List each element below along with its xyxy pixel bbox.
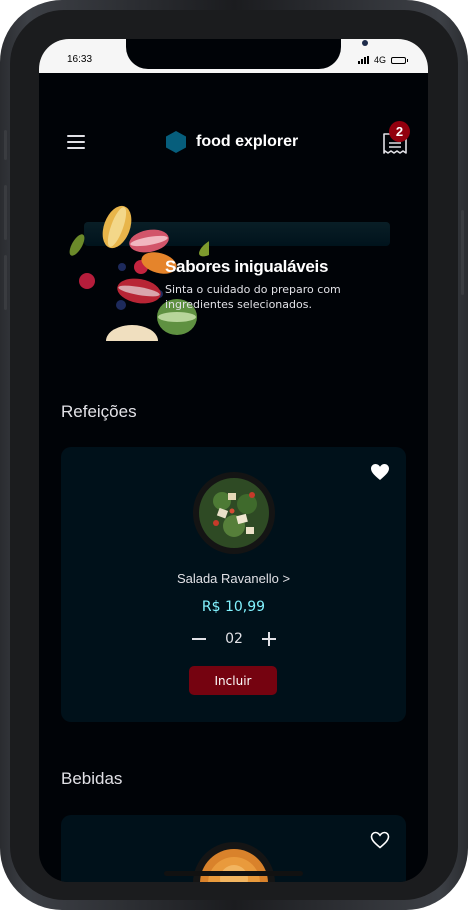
phone-frame: 16:33 4G food explorer 2 Sabores inigual…	[0, 0, 468, 910]
dish-price: R$ 10,99	[201, 599, 266, 615]
camera-icon	[362, 40, 368, 46]
battery-icon	[391, 56, 408, 64]
section-title-meals: Refeições	[61, 402, 137, 421]
volume-down-button	[4, 255, 7, 310]
brand-name: food explorer	[196, 133, 299, 150]
heart-filled-icon[interactable]	[370, 463, 390, 481]
power-button	[461, 210, 464, 295]
minus-icon[interactable]	[190, 630, 208, 648]
include-button[interactable]: Incluir	[189, 666, 277, 695]
quantity-stepper: 02	[190, 629, 278, 649]
volume-up-button	[4, 185, 7, 240]
status-indicators: 4G	[357, 55, 408, 65]
hexagon-logo-icon	[166, 131, 186, 153]
quantity-value: 02	[225, 631, 243, 647]
salad-image[interactable]	[192, 471, 276, 555]
plus-icon[interactable]	[260, 630, 278, 648]
cart-count-badge: 2	[389, 121, 410, 142]
dish-card: Salada Ravanello > R$ 10,99 02 Incluir	[61, 447, 406, 722]
app-screen: 16:33 4G food explorer 2 Sabores inigual…	[39, 39, 428, 882]
heart-outline-icon[interactable]	[370, 831, 390, 849]
section-title-drinks: Bebidas	[61, 769, 123, 788]
notch	[126, 39, 368, 69]
signal-icon	[357, 56, 369, 64]
home-indicator[interactable]	[164, 871, 303, 876]
dish-name-link[interactable]: Salada Ravanello >	[61, 571, 406, 586]
banner-title: Sabores inigualáveis	[165, 257, 329, 276]
brand: food explorer	[166, 131, 298, 153]
banner-subtitle: Sinta o cuidado do preparo com ingredien…	[165, 283, 341, 311]
status-time: 16:33	[67, 54, 93, 65]
network-label: 4G	[373, 55, 386, 65]
silent-switch	[4, 130, 7, 160]
menu-icon[interactable]	[67, 135, 85, 149]
